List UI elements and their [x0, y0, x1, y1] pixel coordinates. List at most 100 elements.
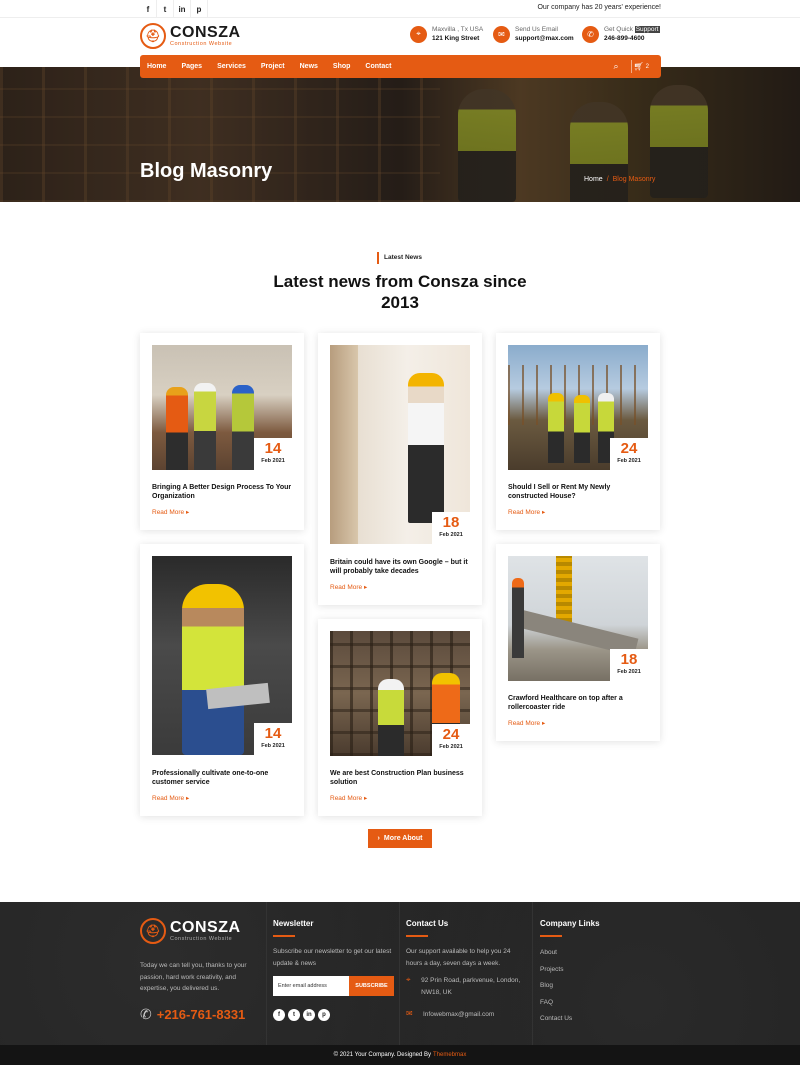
blog-card: 14 Feb 2021 Bringing A Better Design Pro…: [140, 333, 304, 530]
location-label: Maxvilla , Tx USA: [432, 26, 484, 33]
contact-email[interactable]: ✉ Infowebmax@gmail.com: [406, 1009, 528, 1021]
footer-link-about[interactable]: About: [540, 949, 572, 956]
copyright-bar: © 2021 Your Company. Designed By Themebm…: [0, 1045, 800, 1065]
site-logo[interactable]: ⛑ CONSZA Construction Website: [140, 23, 241, 49]
footer-logo-subtitle: Construction Website: [170, 936, 233, 942]
post-title[interactable]: Professionally cultivate one-to-one cust…: [152, 769, 292, 787]
email-value[interactable]: support@max.com: [515, 34, 574, 43]
twitter-icon[interactable]: t: [288, 1009, 300, 1021]
read-more-link[interactable]: Read More ▸: [330, 794, 367, 802]
footer-link-contact[interactable]: Contact Us: [540, 1015, 572, 1022]
phone-icon: ✆: [582, 25, 599, 43]
footer-link-faq[interactable]: FAQ: [540, 999, 572, 1006]
footer-link-projects[interactable]: Projects: [540, 966, 572, 973]
contact-text: Our support available to help you 24 hou…: [406, 948, 511, 967]
twitter-icon[interactable]: t: [157, 0, 174, 18]
phone-icon: ✆: [140, 1006, 152, 1022]
breadcrumb-home[interactable]: Home: [584, 176, 603, 183]
helmet-logo-icon: ⛑: [140, 23, 166, 49]
facebook-icon[interactable]: f: [273, 1009, 285, 1021]
post-title[interactable]: We are best Construction Plan business s…: [330, 769, 470, 787]
top-social-links: f t in p: [140, 0, 208, 18]
nav-news[interactable]: News: [300, 63, 318, 70]
nav-contact[interactable]: Contact: [365, 63, 391, 70]
copyright-text: © 2021 Your Company. Designed By: [333, 1052, 431, 1058]
post-date: 24 Feb 2021: [432, 724, 470, 756]
header-location: ⌖ Maxvilla , Tx USA 121 King Street: [410, 25, 483, 43]
post-date: 14 Feb 2021: [254, 438, 292, 470]
breadcrumb-current: Blog Masonry: [612, 176, 656, 183]
footer-phone[interactable]: ✆ +216-761-8331: [140, 1006, 245, 1023]
post-title[interactable]: Bringing A Better Design Process To Your…: [152, 483, 292, 501]
post-title[interactable]: Crawford Healthcare on top after a rolle…: [508, 694, 648, 712]
blog-card: 18 Feb 2021 Crawford Healthcare on top a…: [496, 544, 660, 741]
support-label: Get Quick Support: [604, 26, 660, 33]
envelope-icon: ✉: [406, 1009, 413, 1018]
logo-name: CONSZA: [170, 24, 241, 41]
nav-home[interactable]: Home: [147, 63, 166, 70]
cart-button[interactable]: 🛒︎ 2: [634, 55, 650, 78]
header-email: ✉ Send Us Email support@max.com: [493, 25, 574, 43]
cart-count: 2: [645, 63, 649, 70]
pinterest-icon[interactable]: p: [191, 0, 208, 18]
main-navigation: Home Pages Services Project News Shop Co…: [140, 55, 661, 78]
post-image[interactable]: 24 Feb 2021: [330, 631, 470, 756]
page-hero-banner: [0, 67, 800, 202]
post-image[interactable]: 14 Feb 2021: [152, 556, 292, 755]
read-more-link[interactable]: Read More ▸: [508, 719, 545, 727]
footer-link-blog[interactable]: Blog: [540, 982, 572, 989]
contact-address: ⌖ 92 Prin Road, parkvenue, London, NW18,…: [406, 975, 521, 996]
newsletter-heading: Newsletter: [273, 919, 314, 928]
header-support: ✆ Get Quick Support 246-899-4600: [582, 25, 660, 43]
chevron-right-icon: ›: [377, 835, 380, 842]
designer-link[interactable]: Themebmax: [433, 1052, 466, 1058]
post-image[interactable]: 24 Feb 2021: [508, 345, 648, 470]
top-message: Our company has 20 years' experience!: [537, 4, 661, 11]
nav-pages[interactable]: Pages: [181, 63, 202, 70]
map-pin-icon: ⌖: [410, 25, 427, 43]
cart-icon: 🛒︎: [633, 62, 644, 71]
post-image[interactable]: 14 Feb 2021: [152, 345, 292, 470]
company-links-heading: Company Links: [540, 919, 600, 928]
footer-logo-name: CONSZA: [170, 919, 241, 936]
post-title[interactable]: Britain could have its own Google – but …: [330, 558, 470, 576]
blog-card: 24 Feb 2021 We are best Construction Pla…: [318, 619, 482, 816]
section-title: Latest news from Consza since 2013: [273, 272, 527, 312]
logo-subtitle: Construction Website: [170, 41, 233, 47]
footer-logo[interactable]: ⛑ CONSZA Construction Website: [140, 918, 241, 944]
read-more-link[interactable]: Read More ▸: [152, 794, 189, 802]
support-phone[interactable]: 246-899-4600: [604, 34, 660, 43]
facebook-icon[interactable]: f: [140, 0, 157, 18]
blog-card: 18 Feb 2021 Britain could have its own G…: [318, 333, 482, 605]
post-image[interactable]: 18 Feb 2021: [508, 556, 648, 681]
post-date: 14 Feb 2021: [254, 723, 292, 755]
blog-card: 24 Feb 2021 Should I Sell or Rent My New…: [496, 333, 660, 530]
post-image[interactable]: 18 Feb 2021: [330, 345, 470, 544]
envelope-icon: ✉: [493, 25, 510, 43]
breadcrumb: Home / Blog Masonry: [584, 176, 656, 183]
post-date: 18 Feb 2021: [432, 512, 470, 544]
linkedin-icon[interactable]: in: [174, 0, 191, 18]
more-about-button[interactable]: › More About: [368, 829, 432, 848]
linkedin-icon[interactable]: in: [303, 1009, 315, 1021]
nav-services[interactable]: Services: [217, 63, 246, 70]
blog-card: 14 Feb 2021 Professionally cultivate one…: [140, 544, 304, 816]
search-icon[interactable]: ⌕: [609, 55, 623, 78]
read-more-link[interactable]: Read More ▸: [330, 583, 367, 591]
post-date: 18 Feb 2021: [610, 649, 648, 681]
read-more-link[interactable]: Read More ▸: [152, 508, 189, 516]
post-title[interactable]: Should I Sell or Rent My Newly construct…: [508, 483, 648, 501]
pinterest-icon[interactable]: p: [318, 1009, 330, 1021]
map-pin-icon: ⌖: [406, 975, 411, 984]
nav-shop[interactable]: Shop: [333, 63, 351, 70]
location-value: 121 King Street: [432, 35, 480, 42]
post-date: 24 Feb 2021: [610, 438, 648, 470]
read-more-link[interactable]: Read More ▸: [508, 508, 545, 516]
newsletter-email-input[interactable]: Enter email address: [273, 976, 350, 996]
contact-heading: Contact Us: [406, 919, 449, 928]
subscribe-button[interactable]: SUBSCRIBE: [349, 976, 394, 996]
company-links: About Projects Blog FAQ Contact Us: [540, 949, 572, 1032]
section-tag: Latest News: [377, 252, 422, 264]
nav-project[interactable]: Project: [261, 63, 285, 70]
support-highlight: Support: [634, 26, 660, 33]
